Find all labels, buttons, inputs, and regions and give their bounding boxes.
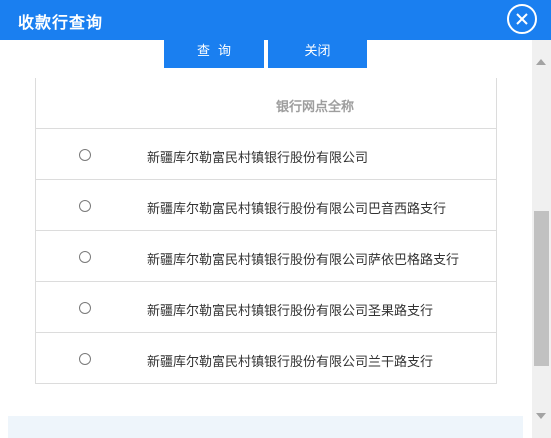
close-button[interactable]: 关闭 xyxy=(268,40,367,68)
column-header-branch-name: 银行网点全称 xyxy=(276,100,355,115)
row-radio[interactable] xyxy=(79,353,91,365)
table-row[interactable]: 新疆库尔勒富民村镇银行股份有限公司圣果路支行 xyxy=(36,282,496,333)
bank-branch-table: 银行网点全称 新疆库尔勒富民村镇银行股份有限公司 新疆库尔勒富民村镇银行股份有限… xyxy=(35,78,497,384)
scrollbar-thumb[interactable] xyxy=(534,211,549,366)
branch-name: 新疆库尔勒富民村镇银行股份有限公司圣果路支行 xyxy=(147,304,434,319)
branch-name: 新疆库尔勒富民村镇银行股份有限公司巴音西路支行 xyxy=(147,202,447,217)
row-radio[interactable] xyxy=(79,149,91,161)
row-radio[interactable] xyxy=(79,251,91,263)
vertical-scrollbar[interactable] xyxy=(532,40,551,438)
bottom-panel xyxy=(8,416,523,438)
toolbar: 查询 关闭 xyxy=(0,40,532,68)
branch-name: 新疆库尔勒富民村镇银行股份有限公司 xyxy=(147,151,369,166)
close-dialog-button[interactable] xyxy=(507,4,537,34)
table-row[interactable]: 新疆库尔勒富民村镇银行股份有限公司巴音西路支行 xyxy=(36,180,496,231)
arrow-up-icon[interactable] xyxy=(536,59,546,65)
branch-name: 新疆库尔勒富民村镇银行股份有限公司兰干路支行 xyxy=(147,355,434,370)
close-icon xyxy=(516,13,528,25)
table-header: 银行网点全称 xyxy=(36,78,496,129)
dialog-title-bar: 收款行查询 xyxy=(0,0,551,40)
table-row[interactable]: 新疆库尔勒富民村镇银行股份有限公司萨依巴格路支行 xyxy=(36,231,496,282)
arrow-down-icon[interactable] xyxy=(536,413,546,419)
row-radio[interactable] xyxy=(79,200,91,212)
dialog-title: 收款行查询 xyxy=(18,13,104,32)
query-button[interactable]: 查询 xyxy=(164,40,264,68)
table-row[interactable]: 新疆库尔勒富民村镇银行股份有限公司 xyxy=(36,129,496,180)
table-row[interactable]: 新疆库尔勒富民村镇银行股份有限公司兰干路支行 xyxy=(36,333,496,384)
row-radio[interactable] xyxy=(79,302,91,314)
branch-name: 新疆库尔勒富民村镇银行股份有限公司萨依巴格路支行 xyxy=(147,253,460,268)
